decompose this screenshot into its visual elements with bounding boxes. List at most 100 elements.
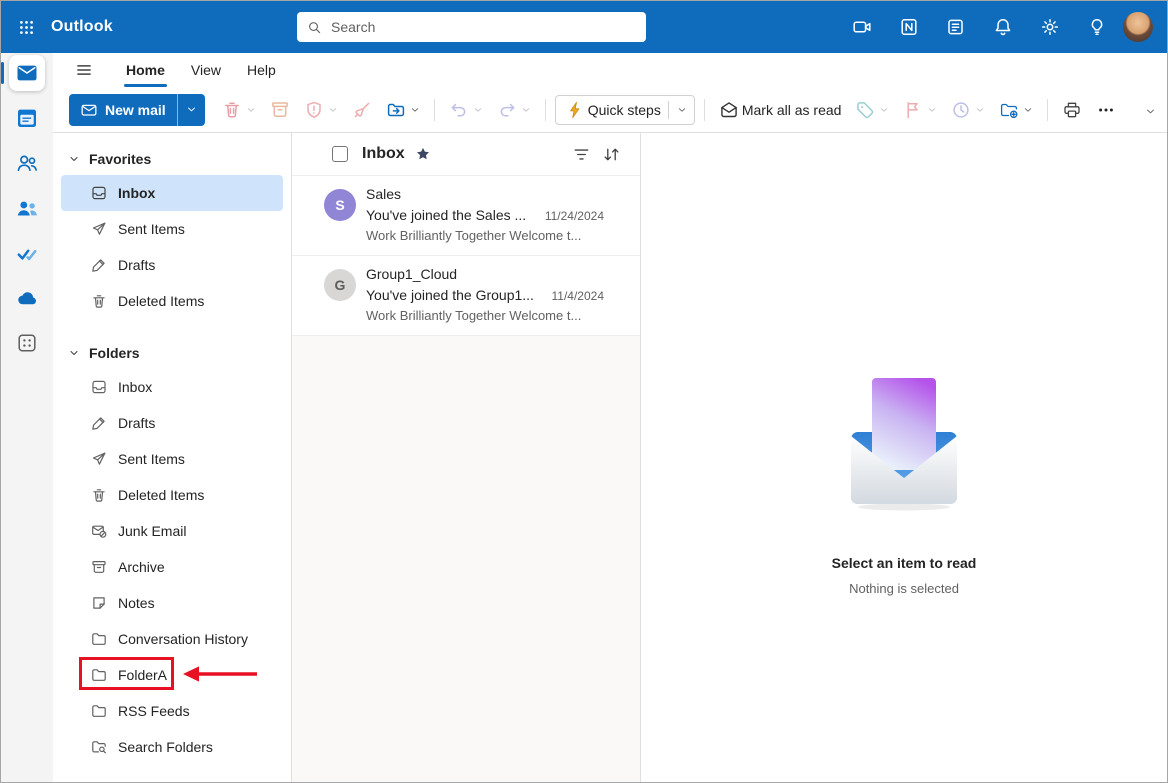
folder-item-archive[interactable]: Archive (61, 549, 283, 585)
app-rail-groups[interactable] (9, 190, 45, 226)
print-button[interactable] (1057, 94, 1087, 126)
folder-item-inbox[interactable]: Inbox (61, 175, 283, 211)
tab-home[interactable]: Home (113, 53, 178, 87)
favorite-star-icon[interactable] (415, 146, 431, 162)
broom-icon (352, 100, 372, 120)
avatar[interactable] (1123, 12, 1153, 42)
folder-item-sent-items[interactable]: Sent Items (61, 211, 283, 247)
empty-state-illustration (829, 370, 979, 517)
sender-avatar: G (324, 269, 356, 301)
reading-pane: Select an item to read Nothing is select… (641, 133, 1167, 782)
folder-item-drafts[interactable]: Drafts (61, 405, 283, 441)
folder-item-label: Search Folders (118, 739, 213, 755)
tab-view[interactable]: View (178, 53, 234, 87)
trash16-icon (91, 487, 107, 503)
folder-item-label: Sent Items (118, 451, 185, 467)
new-mail-label: New mail (105, 102, 166, 118)
clock-icon (951, 100, 971, 120)
app-rail-more-apps[interactable] (9, 325, 45, 361)
notes-icon (946, 17, 966, 37)
notes-button[interactable] (940, 11, 972, 43)
folder-item-label: Drafts (118, 415, 155, 431)
app-rail-todo[interactable] (9, 235, 45, 271)
sort-icon (602, 145, 621, 164)
delete-button[interactable] (217, 94, 261, 126)
bulb-icon (1087, 17, 1107, 37)
redo-button[interactable] (492, 94, 536, 126)
chevdown-icon (879, 105, 889, 115)
folder-section-favorites[interactable]: Favorites (53, 143, 291, 175)
new-mail-dropdown[interactable] (178, 94, 205, 126)
app-launcher-button[interactable] (1, 1, 51, 53)
tab-help[interactable]: Help (234, 53, 289, 87)
folder-item-foldera[interactable]: FolderA (61, 657, 283, 693)
topbar-actions (846, 11, 1123, 43)
more-icon (1096, 100, 1116, 120)
folder-section-folders[interactable]: Folders (53, 337, 291, 369)
folder-item-junk-email[interactable]: Junk Email (61, 513, 283, 549)
quick-steps-button[interactable]: Quick steps (555, 95, 695, 125)
message-list: SSalesYou've joined the Sales ...11/24/2… (292, 176, 640, 782)
ribbon-toolbar: New mail Quick steps Mark all as read (53, 87, 1167, 133)
hamburger-icon (75, 61, 93, 79)
delete-icon (222, 100, 242, 120)
folder-item-deleted-items[interactable]: Deleted Items (61, 477, 283, 513)
folder-item-drafts[interactable]: Drafts (61, 247, 283, 283)
meet-button[interactable] (846, 11, 878, 43)
folder-item-sent-items[interactable]: Sent Items (61, 441, 283, 477)
search-box[interactable] (297, 12, 646, 42)
folder-item-conversation-history[interactable]: Conversation History (61, 621, 283, 657)
mark-all-as-read-button[interactable]: Mark all as read (714, 94, 847, 126)
filter-button[interactable] (566, 139, 596, 169)
sort-button[interactable] (596, 139, 626, 169)
notebook-button[interactable] (893, 11, 925, 43)
foldergear-icon (999, 100, 1019, 120)
message-preview: Work Brilliantly Together Welcome t... (366, 227, 604, 245)
flag-button[interactable] (898, 94, 942, 126)
archive-button[interactable] (265, 94, 295, 126)
new-mail-main[interactable]: New mail (69, 101, 177, 119)
message-item[interactable]: SSalesYou've joined the Sales ...11/24/2… (292, 176, 640, 256)
ribbon-collapse-button[interactable] (1139, 100, 1161, 122)
notifications-button[interactable] (987, 11, 1019, 43)
categorize-button[interactable] (850, 94, 894, 126)
settings-button[interactable] (1034, 11, 1066, 43)
message-item[interactable]: GGroup1_CloudYou've joined the Group1...… (292, 256, 640, 336)
folder-item-notes[interactable]: Notes (61, 585, 283, 621)
app-rail-onedrive[interactable] (9, 280, 45, 316)
onedriveApp-icon (15, 286, 39, 310)
select-all-checkbox[interactable] (332, 146, 348, 162)
folder-item-rss-feeds[interactable]: RSS Feeds (61, 693, 283, 729)
more-options-button[interactable] (1091, 94, 1121, 126)
undo-icon (449, 100, 469, 120)
snooze-button[interactable] (946, 94, 990, 126)
app-rail-mail[interactable] (9, 55, 45, 91)
folder-item-inbox[interactable]: Inbox (61, 369, 283, 405)
undo-button[interactable] (444, 94, 488, 126)
send16-icon (91, 221, 107, 237)
peopleApp-icon (15, 151, 39, 175)
hamburger-menu-button[interactable] (69, 55, 99, 85)
chevdown-icon (677, 105, 687, 115)
top-bar: Outlook (1, 1, 1167, 53)
search-input[interactable] (329, 18, 638, 36)
flag-icon (903, 100, 923, 120)
new-mail-button[interactable]: New mail (69, 94, 205, 126)
calendarApp-icon (15, 106, 39, 130)
folder-item-label: Drafts (118, 257, 155, 273)
report-button[interactable] (299, 94, 343, 126)
archive16-icon (91, 559, 107, 575)
message-sender: Sales (366, 185, 604, 204)
sweep-button[interactable] (347, 94, 377, 126)
folder-item-deleted-items[interactable]: Deleted Items (61, 283, 283, 319)
rules-button[interactable] (994, 94, 1038, 126)
app-rail-calendar[interactable] (9, 100, 45, 136)
empty-state-title: Select an item to read (832, 555, 977, 571)
folder-item-search-folders[interactable]: Search Folders (61, 729, 283, 765)
ribbon-tabs-row: Home View Help (53, 53, 1167, 87)
move-to-button[interactable] (381, 94, 425, 126)
tips-button[interactable] (1081, 11, 1113, 43)
toolbar-actions: Quick steps Mark all as read (217, 94, 1133, 126)
app-rail-people[interactable] (9, 145, 45, 181)
folder-item-label: Sent Items (118, 221, 185, 237)
